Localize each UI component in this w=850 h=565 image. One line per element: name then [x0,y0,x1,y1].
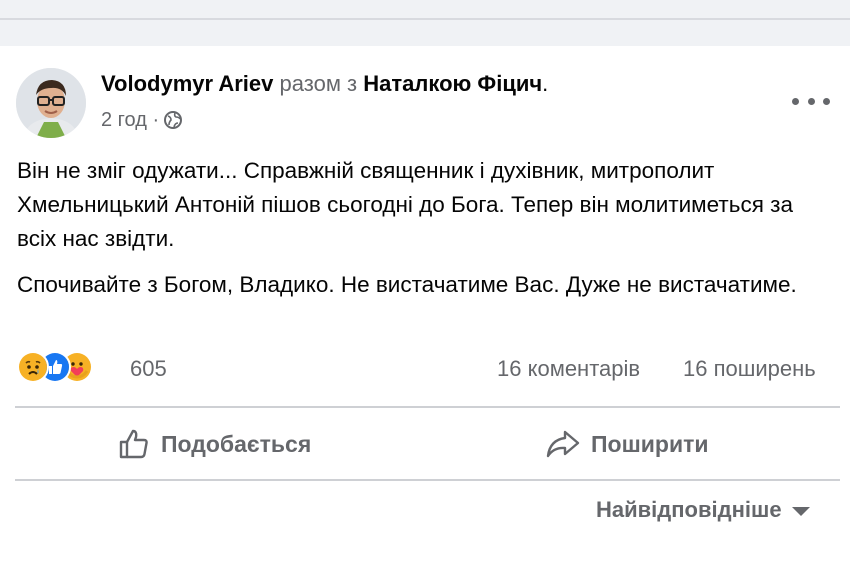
divider [15,479,840,481]
tagged-person[interactable]: Наталкою Фіцич [363,71,542,96]
sad-reaction-icon [17,351,49,383]
share-button[interactable]: Поширити [545,422,708,466]
post-time[interactable]: 2 год · [101,106,159,134]
avatar-photo [16,68,86,138]
post-text-paragraph-1: Він не зміг одужати... Справжній священн… [17,158,793,251]
share-arrow-icon [546,430,580,458]
post-text-paragraph-2: Спочивайте з Богом, Владико. Не вистачат… [17,272,797,297]
with-text: разом з [279,71,358,96]
comments-sort-label: Найвідповідніше [596,497,782,522]
caret-down-icon [791,506,810,516]
reactions-count[interactable]: 605 [130,353,167,385]
more-options-icon[interactable] [792,88,830,114]
comments-count[interactable]: 16 коментарів [497,353,640,385]
author-name[interactable]: Volodymyr Ariev [101,71,273,96]
divider [15,406,840,408]
header-period: . [542,71,549,96]
more-dot [792,97,799,105]
like-button-label: Подобається [161,430,312,457]
more-dot [823,97,830,105]
author-avatar[interactable] [16,68,86,138]
post-header: Volodymyr Ariev разом з Наталкою Фіцич. [101,70,548,98]
like-button[interactable]: Подобається [117,422,311,466]
more-dot [807,97,815,105]
previous-post-edge [0,18,850,20]
share-button-label: Поширити [591,430,709,457]
comments-sort-dropdown[interactable]: Найвідповідніше [596,497,810,523]
reactions-summary[interactable] [17,351,93,383]
post-meta: 2 год · [101,106,183,134]
feed-background [0,0,850,46]
globe-icon [164,111,183,129]
thumbs-up-icon [119,429,148,459]
shares-count[interactable]: 16 поширень [683,353,816,385]
